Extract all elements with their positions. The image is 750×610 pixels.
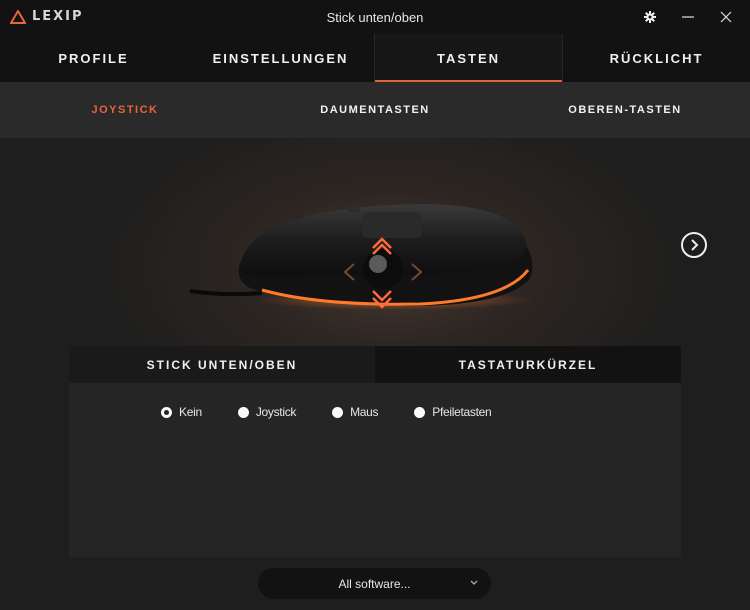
- sub-tabs: JOYSTICK DAUMENTASTEN OBEREN-TASTEN: [0, 82, 750, 138]
- tab-profile[interactable]: PROFILE: [0, 34, 187, 82]
- mode-radio-group: Kein Joystick Maus Pfeiletasten: [69, 405, 681, 419]
- radio-maus[interactable]: Maus: [332, 405, 379, 419]
- radio-joystick[interactable]: Joystick: [237, 405, 297, 419]
- radio-label: Maus: [350, 405, 379, 419]
- gear-icon: [644, 11, 656, 23]
- subtab-oberen-tasten[interactable]: OBEREN-TASTEN: [500, 82, 750, 138]
- main-tabs: PROFILE EINSTELLUNGEN TASTEN RÜCKLICHT: [0, 34, 750, 82]
- tab-tastaturkuerzel[interactable]: TASTATURKÜRZEL: [375, 346, 681, 383]
- tab-ruecklicht[interactable]: RÜCKLICHT: [563, 34, 750, 82]
- radio-label: Pfeiletasten: [432, 405, 492, 419]
- radio-button[interactable]: [414, 406, 426, 418]
- radio-button-checked[interactable]: [161, 406, 172, 418]
- chevron-right-icon: [691, 239, 699, 251]
- minimize-button[interactable]: [678, 7, 698, 27]
- mouse-illustration: [189, 204, 535, 310]
- next-view-button[interactable]: [681, 232, 707, 258]
- close-icon: [720, 11, 732, 23]
- config-panel: STICK UNTEN/OBEN TASTATURKÜRZEL Kein Joy…: [69, 346, 681, 557]
- radio-kein[interactable]: Kein: [161, 405, 202, 419]
- tab-tasten[interactable]: TASTEN: [374, 34, 563, 82]
- radio-label: Kein: [179, 405, 202, 419]
- tab-stick-unten-oben[interactable]: STICK UNTEN/OBEN: [69, 346, 375, 383]
- subtab-joystick[interactable]: JOYSTICK: [0, 82, 250, 138]
- subtab-daumentasten[interactable]: DAUMENTASTEN: [250, 82, 500, 138]
- tab-einstellungen[interactable]: EINSTELLUNGEN: [187, 34, 374, 82]
- radio-button[interactable]: [237, 406, 249, 418]
- settings-button[interactable]: [640, 7, 660, 27]
- radio-label: Joystick: [255, 405, 297, 419]
- window-title: Stick unten/oben: [326, 10, 424, 25]
- panel-tabs: STICK UNTEN/OBEN TASTATURKÜRZEL: [69, 346, 681, 383]
- software-select[interactable]: All software...: [258, 568, 491, 599]
- radio-button[interactable]: [332, 406, 344, 418]
- chevron-down-icon: [470, 580, 478, 585]
- minimize-icon: [682, 16, 694, 18]
- product-preview: [0, 138, 750, 348]
- software-select-value: All software...: [338, 576, 411, 591]
- title-bar: LEXIP Stick unten/oben: [0, 0, 750, 34]
- radio-pfeiletasten[interactable]: Pfeiletasten: [414, 405, 492, 419]
- close-button[interactable]: [716, 7, 736, 27]
